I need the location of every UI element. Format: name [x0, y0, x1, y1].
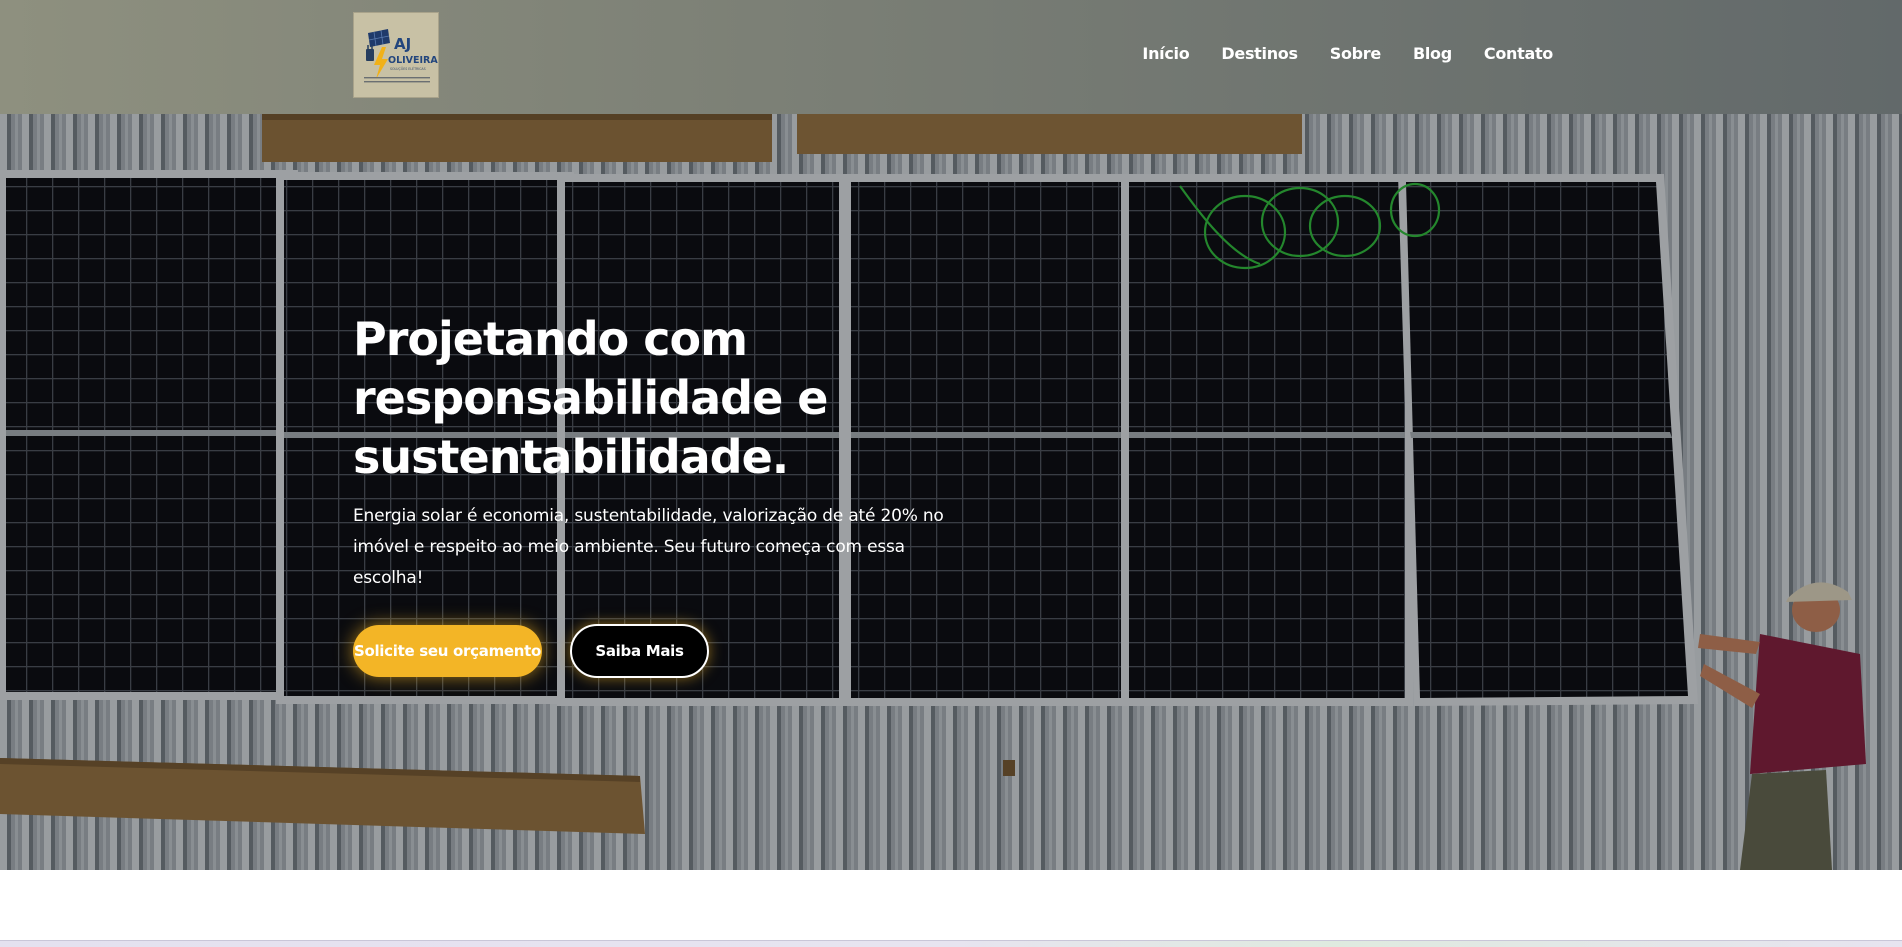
svg-text:OLIVEIRA: OLIVEIRA: [388, 55, 438, 66]
nav-link-blog[interactable]: Blog: [1413, 44, 1452, 63]
next-section-edge: [0, 940, 1902, 947]
brand-logo[interactable]: AJ OLIVEIRA SOLUÇÕES ELÉTRICAS: [353, 12, 439, 98]
hero-description: Energia solar é economia, sustentabilida…: [353, 506, 944, 588]
learn-more-button[interactable]: Saiba Mais: [570, 624, 709, 678]
nav-link-sobre[interactable]: Sobre: [1330, 44, 1382, 63]
hero-section: Projetando com responsabilidade e susten…: [0, 114, 1902, 870]
hero-buttons: Solicite seu orçamento Saiba Mais: [353, 624, 973, 678]
svg-text:AJ: AJ: [394, 35, 411, 53]
nav-link-contato[interactable]: Contato: [1484, 44, 1553, 63]
nav-link-destinos[interactable]: Destinos: [1221, 44, 1298, 63]
main-nav: Início Destinos Sobre Blog Contato: [1142, 44, 1553, 63]
nav-link-inicio[interactable]: Início: [1142, 44, 1189, 63]
svg-text:SOLUÇÕES ELÉTRICAS: SOLUÇÕES ELÉTRICAS: [390, 66, 426, 71]
hero-content: Projetando com responsabilidade e susten…: [353, 310, 973, 678]
site-header: AJ OLIVEIRA SOLUÇÕES ELÉTRICAS Início De…: [0, 0, 1902, 114]
solar-bolt-logo-icon: AJ OLIVEIRA SOLUÇÕES ELÉTRICAS: [354, 13, 438, 97]
hero-title: Projetando com responsabilidade e susten…: [353, 312, 829, 484]
request-quote-button[interactable]: Solicite seu orçamento: [353, 625, 542, 677]
